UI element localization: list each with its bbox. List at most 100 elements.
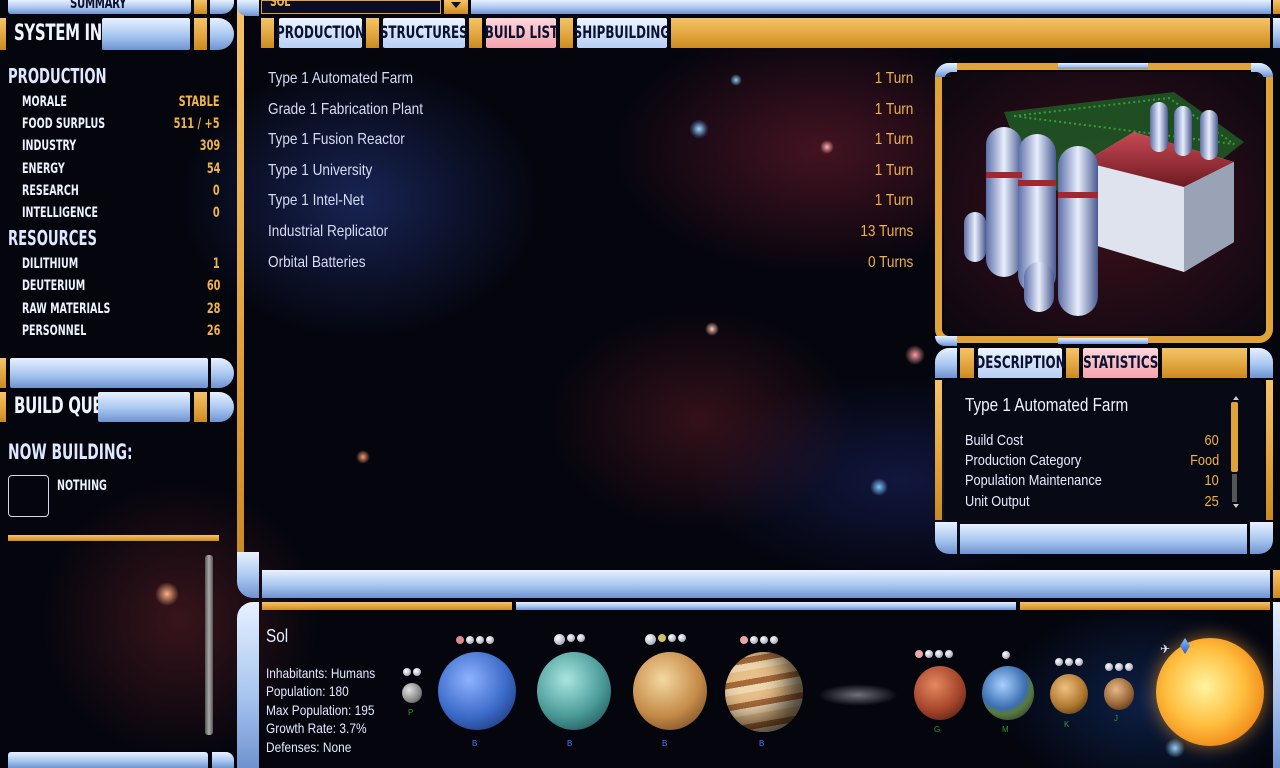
moons bbox=[1055, 658, 1083, 666]
tab-production[interactable]: PRODUCTION bbox=[276, 18, 365, 48]
tab-statistics[interactable]: STATISTICS bbox=[1083, 348, 1158, 378]
build-list-item[interactable]: Type 1 Automated Farm 1 Turn bbox=[268, 70, 913, 92]
detail-row-label: Production Category bbox=[965, 452, 1082, 469]
star bbox=[1165, 738, 1185, 758]
lcars-divider bbox=[516, 602, 1016, 610]
planet-class-letter: M bbox=[1002, 725, 1009, 734]
scrollbar-track bbox=[1232, 474, 1237, 502]
moons bbox=[554, 634, 585, 645]
planet-mercury-inner[interactable] bbox=[1104, 678, 1134, 710]
detail-row: Production Category Food bbox=[965, 452, 1219, 472]
lcars-divider bbox=[8, 535, 219, 541]
build-item-turns: 1 Turn bbox=[874, 192, 913, 209]
lcars-frame-corner bbox=[935, 522, 957, 554]
moons bbox=[456, 636, 494, 644]
planet-neptune[interactable] bbox=[438, 652, 516, 730]
moons bbox=[403, 668, 421, 676]
stat-energy-label: ENERGY bbox=[22, 161, 65, 177]
tab-structures[interactable]: STRUCTURES bbox=[380, 18, 468, 48]
build-item-turns: 0 Turns bbox=[867, 254, 913, 271]
build-list-item[interactable]: Type 1 Intel-Net 1 Turn bbox=[268, 192, 913, 214]
planet-class-letter: B bbox=[759, 739, 765, 748]
system-selector-value: SOL bbox=[270, 0, 290, 10]
star bbox=[905, 345, 925, 365]
build-item-name: Industrial Replicator bbox=[268, 223, 389, 240]
build-slot-box[interactable] bbox=[8, 475, 49, 517]
queue-scrollbar[interactable] bbox=[205, 555, 213, 735]
lcars-gold-block bbox=[960, 348, 974, 378]
tab-build-list[interactable]: BUILD LIST bbox=[484, 18, 558, 48]
system-population: Population: 180 bbox=[266, 683, 349, 699]
lcars-gold-block bbox=[194, 18, 207, 50]
sun[interactable] bbox=[1156, 638, 1264, 746]
lcars-frame-accent bbox=[1058, 338, 1148, 344]
planet-uranus[interactable] bbox=[537, 652, 611, 730]
lcars-divider bbox=[262, 602, 512, 610]
system-growth-rate: Growth Rate: 3.7% bbox=[266, 720, 367, 736]
build-item-name: Grade 1 Fabrication Plant bbox=[268, 101, 423, 118]
system-defenses: Defenses: None bbox=[266, 739, 352, 755]
tab-description[interactable]: DESCRIPTION bbox=[975, 348, 1065, 378]
star bbox=[356, 450, 370, 464]
stat-personnel-label: PERSONNEL bbox=[22, 323, 87, 339]
system-max-population: Max Population: 195 bbox=[266, 702, 375, 718]
planet-class-letter: G bbox=[934, 725, 941, 734]
build-list-item[interactable]: Type 1 University 1 Turn bbox=[268, 162, 913, 184]
planet-class-letter: B bbox=[567, 739, 573, 748]
system-selector-dropdown[interactable] bbox=[444, 0, 468, 14]
build-queue-bar[interactable] bbox=[98, 392, 190, 422]
tab-shipbuilding[interactable]: SHIPBUILDING bbox=[574, 18, 670, 48]
lcars-edge bbox=[0, 358, 6, 388]
star bbox=[155, 582, 179, 606]
lcars-edge bbox=[1273, 18, 1280, 48]
moons bbox=[740, 636, 778, 644]
system-name: Sol bbox=[266, 626, 289, 646]
scrollbar-thumb[interactable] bbox=[1231, 402, 1238, 472]
detail-row: Population Maintenance 10 bbox=[965, 472, 1219, 492]
planet-earth[interactable] bbox=[982, 666, 1034, 720]
lcars-gold-block bbox=[366, 18, 379, 48]
lcars-divider bbox=[1020, 602, 1270, 610]
planet-jupiter[interactable] bbox=[725, 652, 803, 732]
lcars-edge bbox=[0, 392, 6, 422]
lcars-edge bbox=[0, 18, 6, 50]
detail-title: Type 1 Automated Farm bbox=[965, 395, 1129, 415]
stat-personnel-value: 26 bbox=[206, 323, 220, 339]
stat-raw-materials-value: 28 bbox=[206, 301, 220, 317]
stat-morale-label: MORALE bbox=[22, 94, 67, 110]
now-building-label: NOW BUILDING: bbox=[8, 440, 133, 464]
build-list-item[interactable]: Orbital Batteries 0 Turns bbox=[268, 254, 913, 276]
summary-button[interactable]: SUMMARY bbox=[8, 0, 191, 14]
system-info-bar[interactable] bbox=[102, 18, 190, 50]
stat-energy-value: 54 bbox=[206, 161, 220, 177]
detail-row-value: Food bbox=[1189, 452, 1219, 469]
planet-mercury[interactable] bbox=[402, 683, 422, 703]
lcars-frame-corner bbox=[1250, 522, 1273, 554]
stat-intelligence-label: INTELLIGENCE bbox=[22, 205, 98, 221]
stat-research-label: RESEARCH bbox=[22, 183, 79, 199]
planet-class-letter: K bbox=[1064, 720, 1070, 729]
build-item-name: Type 1 Fusion Reactor bbox=[268, 131, 405, 148]
build-list-item[interactable]: Industrial Replicator 13 Turns bbox=[268, 223, 913, 245]
lcars-cap bbox=[212, 752, 234, 768]
stat-deuterium-label: DEUTERIUM bbox=[22, 278, 86, 294]
build-list-item[interactable]: Type 1 Fusion Reactor 1 Turn bbox=[268, 131, 913, 153]
lcars-tab-bar bbox=[671, 18, 1270, 48]
starship-icon[interactable]: ✈ bbox=[1160, 642, 1170, 656]
planet-saturn[interactable] bbox=[633, 652, 707, 730]
system-selector[interactable]: SOL bbox=[261, 0, 441, 14]
stat-food-label: FOOD SURPLUS bbox=[22, 116, 106, 132]
planet-venus[interactable] bbox=[1050, 674, 1088, 714]
asteroid-belt[interactable] bbox=[818, 684, 898, 706]
production-header: PRODUCTION bbox=[8, 64, 107, 88]
build-item-turns: 1 Turn bbox=[874, 70, 913, 87]
detail-scrollbar[interactable] bbox=[1231, 396, 1239, 508]
lcars-edge bbox=[1273, 602, 1280, 768]
build-item-name: Type 1 University bbox=[268, 162, 373, 179]
now-building-value: NOTHING bbox=[57, 478, 107, 494]
main-frame-left-edge bbox=[237, 0, 244, 570]
planet-mars[interactable] bbox=[914, 666, 966, 720]
build-item-turns: 1 Turn bbox=[874, 101, 913, 118]
build-list-item[interactable]: Grade 1 Fabrication Plant 1 Turn bbox=[268, 101, 913, 123]
stat-food-value: 511 / +5 bbox=[174, 116, 220, 132]
